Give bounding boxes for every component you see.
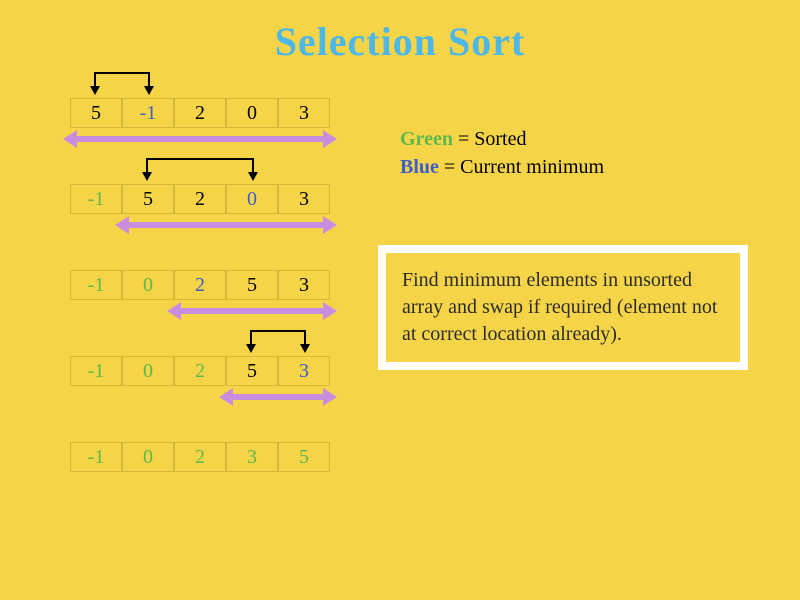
legend-blue-label: Blue — [400, 156, 439, 178]
swap-arrow — [138, 158, 262, 182]
array-steps: 5-1203-15203-10253-10253-10235 — [70, 98, 330, 472]
array-cell: 2 — [174, 442, 226, 472]
array-cell: 0 — [122, 442, 174, 472]
legend-blue-rest: = Current minimum — [439, 156, 604, 178]
array-cell: 0 — [226, 184, 278, 214]
range-arrow — [232, 394, 324, 400]
array-cell: 0 — [122, 270, 174, 300]
array-cell: 5 — [278, 442, 330, 472]
array-step-1: -15203 — [70, 184, 330, 214]
array-cell: 0 — [122, 356, 174, 386]
legend: Green = Sorted Blue = Current minimum — [400, 125, 604, 181]
array-step-2: -10253 — [70, 270, 330, 300]
range-arrow — [180, 308, 324, 314]
array-cell: 3 — [278, 98, 330, 128]
array-cell: -1 — [70, 270, 122, 300]
range-arrow — [76, 136, 324, 142]
array-cell: 2 — [174, 356, 226, 386]
array-cell: -1 — [70, 442, 122, 472]
array-cell: 2 — [174, 270, 226, 300]
array-cell: 5 — [226, 356, 278, 386]
array-cell: 3 — [278, 356, 330, 386]
array-cell: -1 — [70, 356, 122, 386]
array-cell: 0 — [226, 98, 278, 128]
swap-arrow — [242, 330, 314, 354]
array-cell: 3 — [226, 442, 278, 472]
description-box: Find minimum elements in unsorted array … — [378, 245, 748, 370]
description-text: Find minimum elements in unsorted array … — [402, 269, 717, 345]
array-cell: 5 — [70, 98, 122, 128]
range-arrow — [128, 222, 324, 228]
array-cell: 2 — [174, 184, 226, 214]
array-cell: 2 — [174, 98, 226, 128]
array-cell: 5 — [122, 184, 174, 214]
array-cell: 5 — [226, 270, 278, 300]
array-cell: 3 — [278, 184, 330, 214]
page-title: Selection Sort — [0, 18, 800, 65]
array-step-3: -10253 — [70, 356, 330, 386]
legend-green-label: Green — [400, 128, 453, 150]
swap-arrow — [86, 72, 158, 96]
legend-green-rest: = Sorted — [453, 128, 527, 150]
array-cell: -1 — [122, 98, 174, 128]
array-step-0: 5-1203 — [70, 98, 330, 128]
legend-blue: Blue = Current minimum — [400, 153, 604, 181]
array-cell: -1 — [70, 184, 122, 214]
legend-green: Green = Sorted — [400, 125, 604, 153]
array-step-4: -10235 — [70, 442, 330, 472]
array-cell: 3 — [278, 270, 330, 300]
